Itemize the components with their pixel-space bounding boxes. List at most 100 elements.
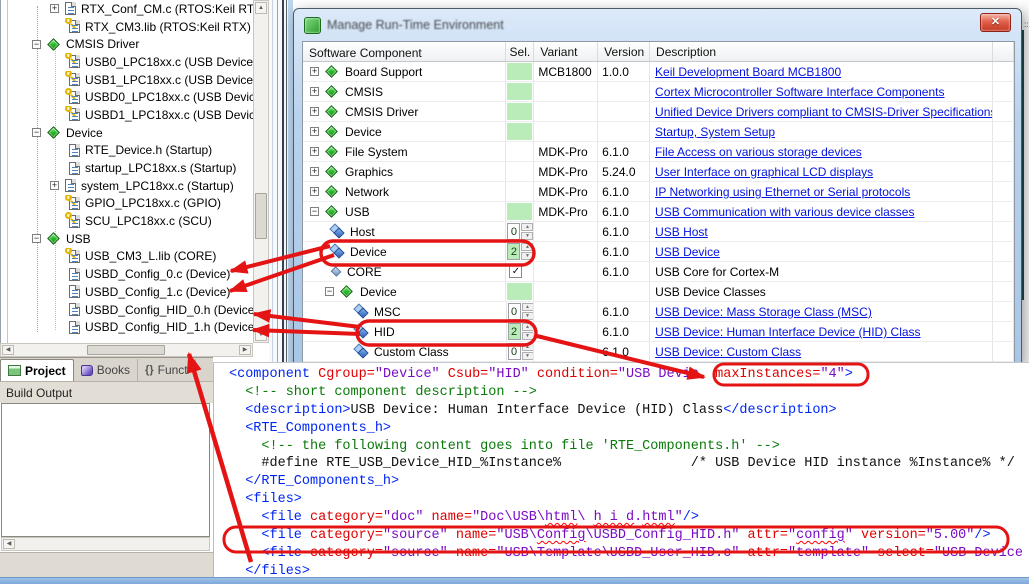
tree-item-gpio[interactable]: GPIO_LPC18xx.c (GPIO) [9, 195, 253, 213]
tree-horizontal-scrollbar[interactable]: ◀ ▶ [0, 343, 253, 357]
scroll-right-icon[interactable]: ▶ [239, 345, 251, 355]
row-file-system[interactable]: +File System MDK-Pro 6.1.0 File Access o… [303, 142, 1014, 162]
spinner-down-icon[interactable]: ▼ [522, 352, 534, 360]
row-graphics[interactable]: +Graphics MDK-Pro 5.24.0 User Interface … [303, 162, 1014, 182]
tree-item-usb1[interactable]: USB1_LPC18xx.c (USB Device:U [9, 71, 253, 89]
description-link[interactable]: File Access on various storage devices [655, 145, 862, 159]
instance-spinner[interactable]: 0▲▼ [507, 223, 533, 240]
row-usb-device[interactable]: Device 2▲▼ 6.1.0 USB Device [303, 242, 1014, 262]
row-usb-custom-class[interactable]: Custom Class 0▲▼ 6.1.0 USB Device: Custo… [303, 342, 1014, 362]
dialog-titlebar[interactable]: Manage Run-Time Environment [294, 9, 1021, 41]
table-header[interactable]: Software Component Sel. Variant Version … [303, 42, 1014, 62]
tree-item-usbd0[interactable]: USBD0_LPC18xx.c (USB Device: [9, 88, 253, 106]
spinner-up-icon[interactable]: ▲ [522, 303, 534, 311]
tree-item-scu[interactable]: SCU_LPC18xx.c (SCU) [9, 212, 253, 230]
description-link[interactable]: USB Device: Mass Storage Class (MSC) [655, 305, 872, 319]
tab-project[interactable]: Project [0, 359, 74, 381]
scroll-up-icon[interactable]: ▲ [255, 2, 267, 14]
row-usb-msc[interactable]: MSC 0▲▼ 6.1.0 USB Device: Mass Storage C… [303, 302, 1014, 322]
row-cmsis-driver[interactable]: +CMSIS Driver Unified Device Drivers com… [303, 102, 1014, 122]
row-board-support[interactable]: +Board Support MCB1800 1.0.0 Keil Develo… [303, 62, 1014, 82]
tree-item-usb0[interactable]: USB0_LPC18xx.c (USB Device:U [9, 53, 253, 71]
tab-books[interactable]: Books [74, 359, 138, 381]
description-link[interactable]: Keil Development Board MCB1800 [655, 65, 841, 79]
expander-minus-icon[interactable]: − [310, 207, 319, 216]
build-output-pane[interactable] [1, 403, 210, 537]
scroll-down-icon[interactable]: ▼ [255, 329, 267, 341]
expander-plus-icon[interactable]: + [310, 107, 319, 116]
spinner-down-icon[interactable]: ▼ [521, 232, 533, 240]
col-software-component[interactable]: Software Component [303, 42, 506, 61]
close-button[interactable]: ✕ [980, 13, 1011, 32]
row-cmsis[interactable]: +CMSIS Cortex Microcontroller Software I… [303, 82, 1014, 102]
tree-item-usbd-config-1[interactable]: USBD_Config_1.c (Device) [9, 283, 253, 301]
expander-plus-icon[interactable]: + [50, 4, 59, 13]
expander-minus-icon[interactable]: − [32, 128, 41, 137]
spinner-up-icon[interactable]: ▲ [521, 223, 533, 231]
row-network[interactable]: +Network MDK-Pro 6.1.0 IP Networking usi… [303, 182, 1014, 202]
instance-spinner[interactable]: 2▲▼ [507, 243, 533, 260]
tree-item-rtx-conf[interactable]: + RTX_Conf_CM.c (RTOS:Keil RT [9, 0, 253, 18]
col-variant[interactable]: Variant [534, 42, 598, 61]
spinner-up-icon[interactable]: ▲ [522, 323, 534, 331]
scrollbar-thumb[interactable] [87, 345, 165, 355]
tree-item-usb-cm3-lib[interactable]: USB_CM3_L.lib (CORE) [9, 248, 253, 266]
description-link[interactable]: IP Networking using Ethernet or Serial p… [655, 185, 910, 199]
tree-vertical-scrollbar[interactable]: ▲ ▼ [253, 0, 269, 343]
build-output-scrollbar[interactable]: ◀ [1, 537, 210, 551]
expander-plus-icon[interactable]: + [310, 87, 319, 96]
instance-spinner[interactable]: 2▲▼ [508, 323, 534, 340]
tree-item-system[interactable]: + system_LPC18xx.c (Startup) [9, 177, 253, 195]
scroll-left-icon[interactable]: ◀ [2, 345, 14, 355]
col-version[interactable]: Version [598, 42, 650, 61]
tree-item-usbd-config-hid-0[interactable]: USBD_Config_HID_0.h (Device: [9, 301, 253, 319]
instance-spinner[interactable]: 0▲▼ [508, 343, 534, 360]
description-link[interactable]: USB Device [655, 245, 720, 259]
col-sel[interactable]: Sel. [506, 42, 534, 61]
tree-group-device[interactable]: − Device [9, 124, 253, 142]
expander-plus-icon[interactable]: + [310, 67, 319, 76]
description-link[interactable]: Startup, System Setup [655, 125, 775, 139]
tree-item-usbd1[interactable]: USBD1_LPC18xx.c (USB Device: [9, 106, 253, 124]
expander-minus-icon[interactable]: − [325, 287, 334, 296]
description-link[interactable]: Cortex Microcontroller Software Interfac… [655, 85, 944, 99]
instance-spinner[interactable]: 0▲▼ [508, 303, 534, 320]
tree-group-cmsis-driver[interactable]: − CMSIS Driver [9, 35, 253, 53]
tree-item-rtx-lib[interactable]: RTX_CM3.lib (RTOS:Keil RTX) [9, 18, 253, 36]
expander-plus-icon[interactable]: + [310, 167, 319, 176]
row-usb-core[interactable]: CORE ✓ 6.1.0 USB Core for Cortex-M [303, 262, 1014, 282]
row-usb-host[interactable]: Host 0▲▼ 6.1.0 USB Host [303, 222, 1014, 242]
tree-item-rte-device[interactable]: RTE_Device.h (Startup) [9, 142, 253, 160]
tree-item-startup[interactable]: startup_LPC18xx.s (Startup) [9, 159, 253, 177]
spinner-down-icon[interactable]: ▼ [521, 252, 533, 260]
description-link[interactable]: USB Host [655, 225, 708, 239]
description-link[interactable]: User Interface on graphical LCD displays [655, 165, 873, 179]
checkbox-checked[interactable]: ✓ [509, 265, 522, 278]
spinner-down-icon[interactable]: ▼ [522, 332, 534, 340]
expander-plus-icon[interactable]: + [50, 181, 59, 190]
tree-item-usbd-config-hid-1[interactable]: USBD_Config_HID_1.h (Device: [9, 318, 253, 336]
col-description[interactable]: Description [650, 42, 993, 61]
description-link[interactable]: Unified Device Drivers compliant to CMSI… [655, 105, 993, 119]
spinner-up-icon[interactable]: ▲ [522, 343, 534, 351]
spinner-down-icon[interactable]: ▼ [522, 312, 534, 320]
expander-minus-icon[interactable]: − [32, 234, 41, 243]
tree-group-usb[interactable]: − USB [9, 230, 253, 248]
spinner-up-icon[interactable]: ▲ [521, 243, 533, 251]
row-usb-hid[interactable]: HID 2▲▼ 6.1.0 USB Device: Human Interfac… [303, 322, 1014, 342]
expander-minus-icon[interactable]: − [32, 40, 41, 49]
description-link[interactable]: USB Communication with various device cl… [655, 205, 914, 219]
expander-plus-icon[interactable]: + [310, 147, 319, 156]
scrollbar-thumb[interactable] [255, 193, 267, 239]
description-link[interactable]: USB Device: Custom Class [655, 345, 801, 359]
expander-plus-icon[interactable]: + [310, 187, 319, 196]
expander-plus-icon[interactable]: + [310, 127, 319, 136]
tab-functions[interactable]: {} Funct [138, 359, 196, 381]
row-usb-device-classes[interactable]: −Device USB Device Classes [303, 282, 1014, 302]
row-device-startup[interactable]: +Device Startup, System Setup [303, 122, 1014, 142]
scroll-left-icon[interactable]: ◀ [3, 539, 15, 549]
code-line-define: #define RTE_USB_Device_HID_%Instance% /*… [229, 455, 1029, 473]
row-usb[interactable]: −USB MDK-Pro 6.1.0 USB Communication wit… [303, 202, 1014, 222]
description-link[interactable]: USB Device: Human Interface Device (HID)… [655, 325, 920, 339]
tree-item-usbd-config-0[interactable]: USBD_Config_0.c (Device) [9, 265, 253, 283]
